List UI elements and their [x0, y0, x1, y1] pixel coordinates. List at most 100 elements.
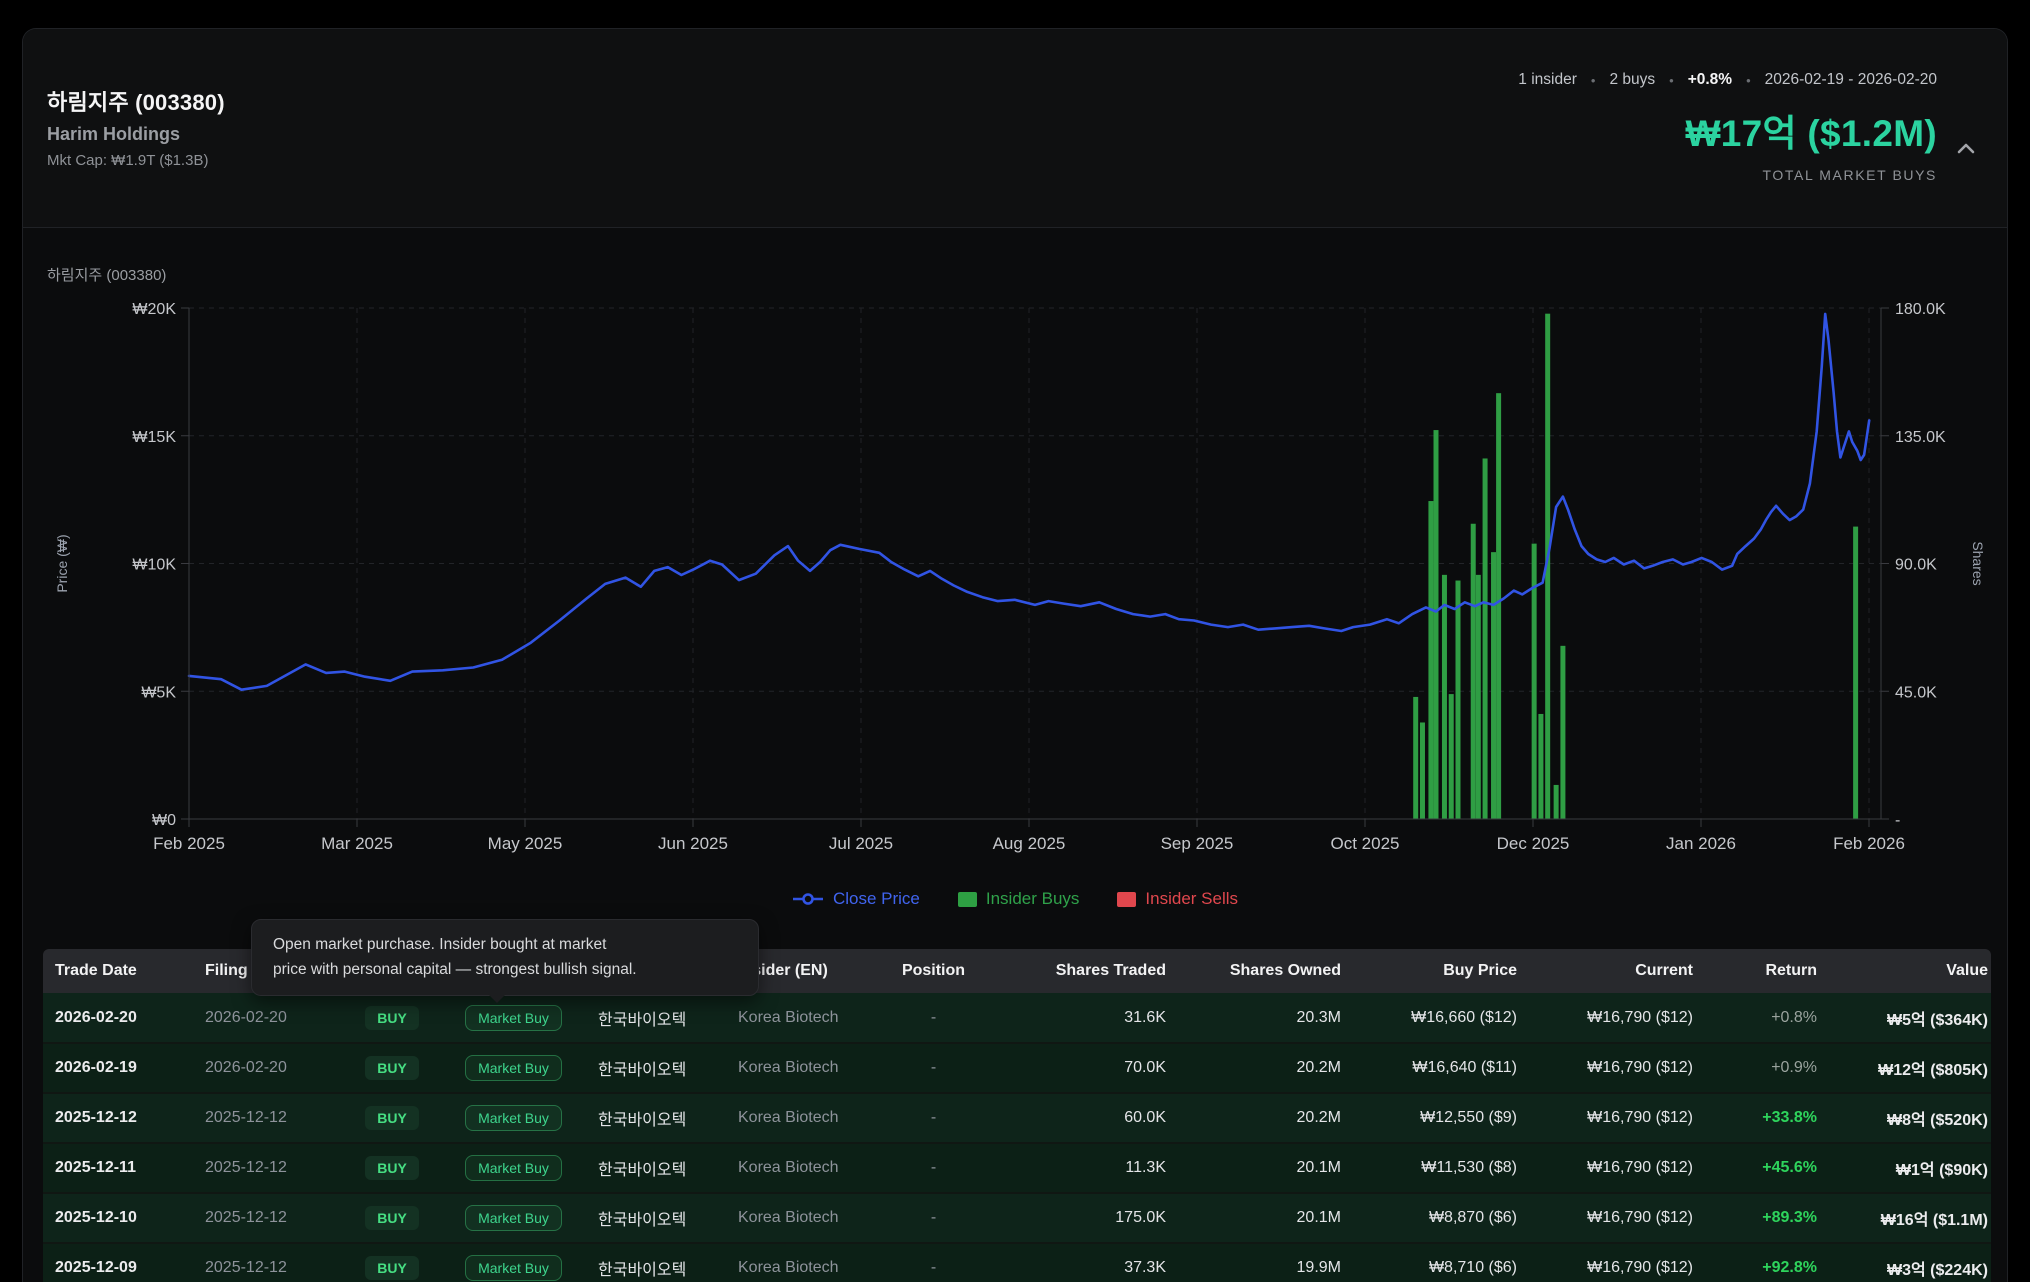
buy-type-badge: BUY [365, 1156, 419, 1180]
legend-label: Close Price [833, 889, 920, 909]
market-buy-badge[interactable]: Market Buy [465, 1155, 562, 1181]
column-header-buy-price[interactable]: Buy Price [1344, 949, 1520, 993]
cell-insider-en: Korea Biotech [726, 1093, 866, 1143]
y-tick-label-left: ₩5K [141, 684, 176, 701]
cell-buy-price: ₩16,660 ($12) [1344, 993, 1520, 1043]
column-header-shares-owned[interactable]: Shares Owned [1169, 949, 1344, 993]
table-row[interactable]: 2025-12-112025-12-12BUYMarket Buy한국바이오텍K… [43, 1143, 1991, 1193]
insider-trade-bar [1554, 785, 1559, 819]
cell-return: +45.6% [1696, 1143, 1820, 1193]
header: 하림지주 (003380) Harim Holdings Mkt Cap: ₩1… [23, 29, 2007, 228]
x-tick-label: May 2025 [488, 834, 563, 853]
market-cap: Mkt Cap: ₩1.9T ($1.3B) [47, 152, 225, 169]
buy-type-badge: BUY [365, 1106, 419, 1130]
cell-trade-date: 2025-12-12 [43, 1093, 193, 1143]
cell-position: - [866, 1243, 1001, 1282]
insider-trade-bar [1420, 722, 1425, 819]
cell-shares-traded: 70.0K [1001, 1043, 1169, 1093]
x-tick-label: Jan 2026 [1666, 834, 1736, 853]
column-header-value[interactable]: Value [1820, 949, 1991, 993]
cell-trade-type: Market Buy [441, 1193, 586, 1243]
cell-type: BUY [343, 993, 441, 1043]
insider-trade-bar [1471, 524, 1476, 819]
summary-stats: 1 insider•2 buys•+0.8%•2026-02-19 - 2026… [1518, 71, 1937, 89]
trades-table-container: Trade DateFiling DateInsider (EN)Positio… [43, 949, 1991, 1282]
cell-trade-type: Market Buy [441, 993, 586, 1043]
x-tick-label: Oct 2025 [1331, 834, 1400, 853]
table-row[interactable]: 2026-02-202026-02-20BUYMarket Buy한국바이오텍K… [43, 993, 1991, 1043]
legend-item-insider-sells[interactable]: Insider Sells [1117, 889, 1238, 909]
cell-trade-type: Market Buy [441, 1093, 586, 1143]
cell-current: ₩16,790 ($12) [1520, 1093, 1696, 1143]
cell-filing-date: 2026-02-20 [193, 1043, 343, 1093]
table-row[interactable]: 2025-12-092025-12-12BUYMarket Buy한국바이오텍K… [43, 1243, 1991, 1282]
cell-type: BUY [343, 1193, 441, 1243]
insider-trade-bar [1483, 458, 1488, 819]
market-buy-badge[interactable]: Market Buy [465, 1205, 562, 1231]
cell-filing-date: 2025-12-12 [193, 1093, 343, 1143]
table-row[interactable]: 2025-12-122025-12-12BUYMarket Buy한국바이오텍K… [43, 1093, 1991, 1143]
y-tick-label-left: ₩20K [132, 301, 176, 318]
column-header-trade-date[interactable]: Trade Date [43, 949, 193, 993]
cell-buy-price: ₩12,550 ($9) [1344, 1093, 1520, 1143]
cell-shares-owned: 20.2M [1169, 1043, 1344, 1093]
cell-current: ₩16,790 ($12) [1520, 1043, 1696, 1093]
tooltip-arrow [488, 994, 506, 1003]
insider-trade-bar [1560, 646, 1565, 819]
insider-trade-bar [1496, 393, 1501, 819]
stock-identity: 하림지주 (003380) Harim Holdings Mkt Cap: ₩1… [47, 85, 225, 169]
cell-position: - [866, 1143, 1001, 1193]
cell-value: ₩1억 ($90K) [1820, 1143, 1991, 1193]
market-buy-badge[interactable]: Market Buy [465, 1055, 562, 1081]
insider-trade-bar [1413, 697, 1418, 819]
market-buy-badge[interactable]: Market Buy [465, 1105, 562, 1131]
column-header-return[interactable]: Return [1696, 949, 1820, 993]
stat-separator-dot: • [1669, 73, 1674, 88]
insider-trade-bar [1476, 575, 1481, 819]
cell-insider-kr: 한국바이오텍 [586, 993, 726, 1043]
cell-buy-price: ₩11,530 ($8) [1344, 1143, 1520, 1193]
table-row[interactable]: 2026-02-192026-02-20BUYMarket Buy한국바이오텍K… [43, 1043, 1991, 1093]
cell-value: ₩12억 ($805K) [1820, 1043, 1991, 1093]
y-tick-label-left: ₩0 [152, 812, 176, 829]
cell-insider-kr: 한국바이오텍 [586, 1243, 726, 1282]
cell-return: +0.8% [1696, 993, 1820, 1043]
buy-type-badge: BUY [365, 1006, 419, 1030]
stat-separator-dot: • [1591, 73, 1596, 88]
legend-label: Insider Buys [986, 889, 1080, 909]
cell-insider-en: Korea Biotech [726, 1243, 866, 1282]
summary-stat: 2026-02-19 - 2026-02-20 [1765, 71, 1937, 89]
cell-current: ₩16,790 ($12) [1520, 993, 1696, 1043]
tooltip-text-line2: price with personal capital — strongest … [273, 957, 737, 982]
table-row[interactable]: 2025-12-102025-12-12BUYMarket Buy한국바이오텍K… [43, 1193, 1991, 1243]
cell-return: +89.3% [1696, 1193, 1820, 1243]
cell-type: BUY [343, 1093, 441, 1143]
y-tick-label-right: 180.0K [1895, 301, 1946, 318]
cell-position: - [866, 1093, 1001, 1143]
insider-trade-bar [1456, 581, 1461, 819]
column-header-position[interactable]: Position [866, 949, 1001, 993]
insider-trade-bar [1538, 714, 1543, 819]
legend-item-insider-buys[interactable]: Insider Buys [958, 889, 1080, 909]
cell-type: BUY [343, 1143, 441, 1193]
cell-insider-kr: 한국바이오텍 [586, 1043, 726, 1093]
cell-trade-date: 2026-02-19 [43, 1043, 193, 1093]
x-tick-label: Jul 2025 [829, 834, 893, 853]
chevron-up-icon[interactable] [1953, 139, 1979, 159]
y-tick-label-left: ₩15K [132, 429, 176, 446]
insider-trade-bar [1491, 552, 1496, 819]
cell-shares-traded: 60.0K [1001, 1093, 1169, 1143]
right-axis-title: Shares [1970, 541, 1986, 585]
stock-detail-card: 하림지주 (003380) Harim Holdings Mkt Cap: ₩1… [22, 28, 2008, 1282]
summary-stat: 2 buys [1609, 71, 1655, 89]
legend-item-close-price[interactable]: Close Price [792, 889, 920, 909]
y-tick-label-right: 45.0K [1895, 684, 1937, 701]
cell-insider-kr: 한국바이오텍 [586, 1193, 726, 1243]
market-buy-badge[interactable]: Market Buy [465, 1005, 562, 1031]
column-header-shares-traded[interactable]: Shares Traded [1001, 949, 1169, 993]
cell-insider-en: Korea Biotech [726, 1193, 866, 1243]
column-header-current[interactable]: Current [1520, 949, 1696, 993]
x-tick-label: Jun 2025 [658, 834, 728, 853]
market-buy-badge[interactable]: Market Buy [465, 1255, 562, 1281]
cell-filing-date: 2025-12-12 [193, 1143, 343, 1193]
